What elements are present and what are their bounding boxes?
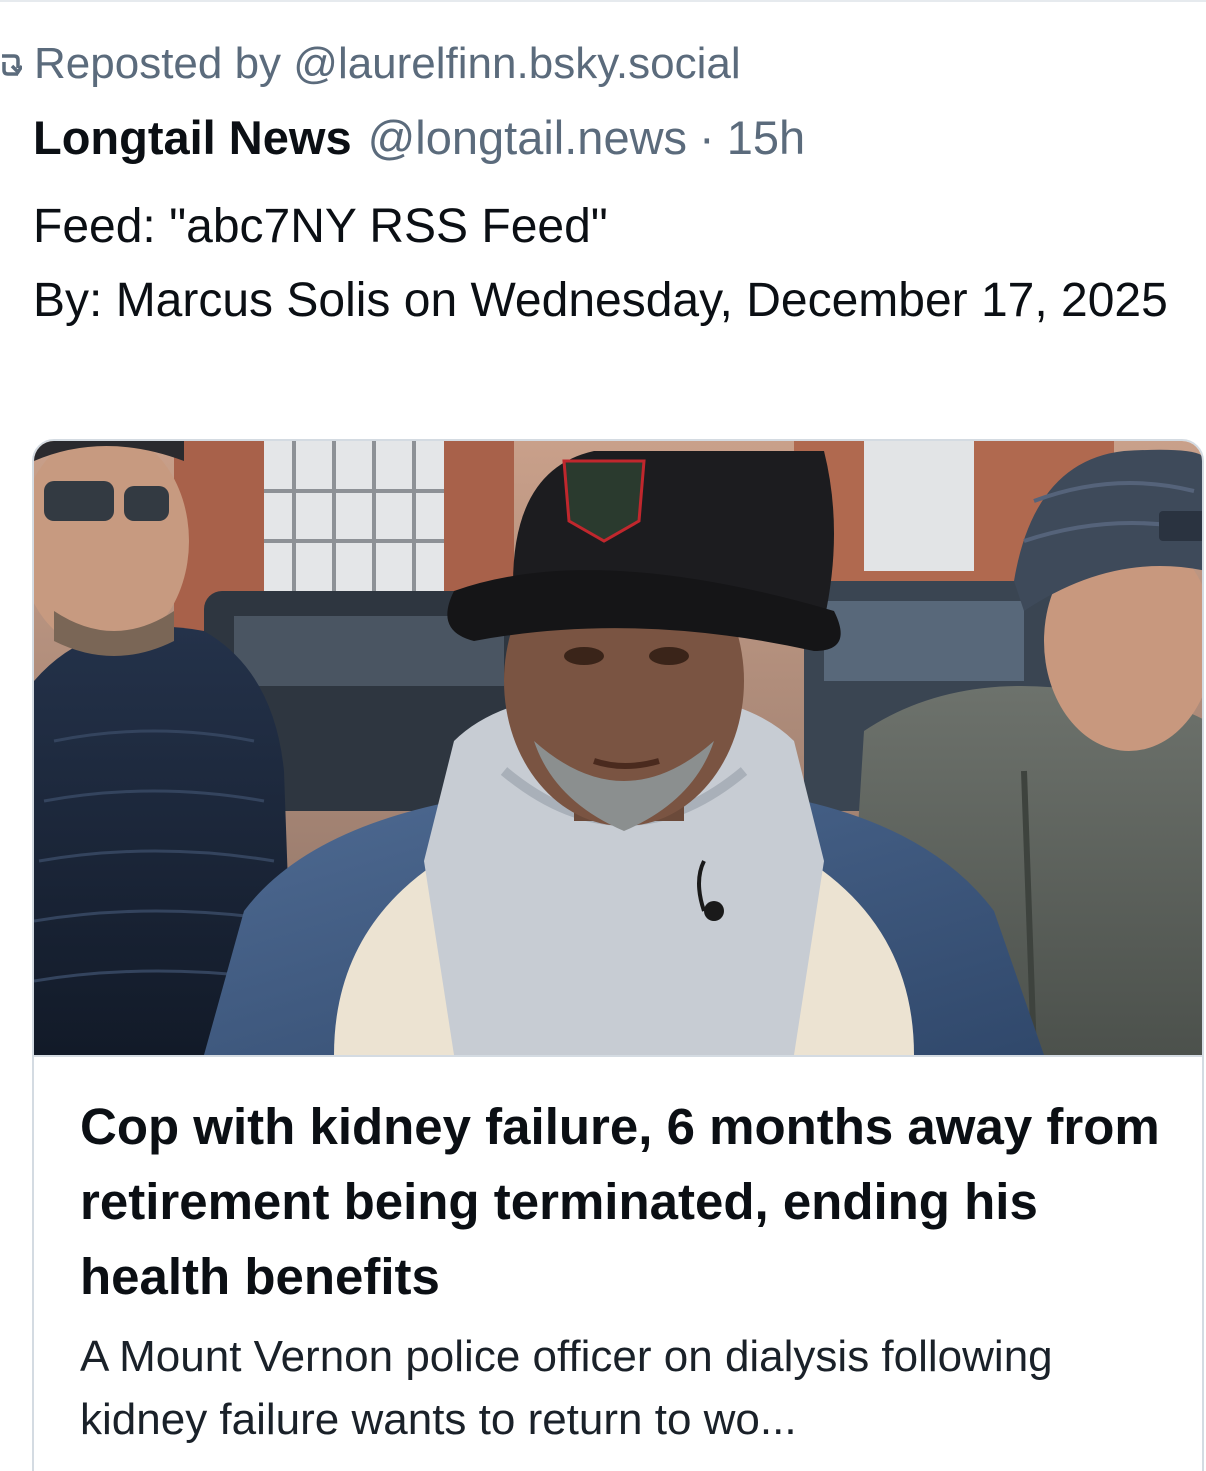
card-description: A Mount Vernon police officer on dialysi… bbox=[80, 1332, 1053, 1444]
repost-text: Reposted by @laurelfinn.bsky.social bbox=[34, 39, 741, 88]
news-photo[interactable] bbox=[34, 441, 1202, 1057]
author-handle[interactable]: @longtail.news bbox=[368, 110, 687, 165]
post-body: Feed: "abc7NY RSS Feed" By: Marcus Solis… bbox=[33, 190, 1183, 338]
feed-line: Feed: "abc7NY RSS Feed" bbox=[33, 200, 608, 253]
header-separator: · bbox=[699, 111, 715, 164]
post-timestamp[interactable]: 15h bbox=[727, 110, 805, 165]
byline: By: Marcus Solis on Wednesday, December … bbox=[33, 274, 1168, 327]
post-container[interactable]: Reposted by @laurelfinn.bsky.social Long… bbox=[0, 0, 1206, 1471]
repost-icon bbox=[0, 45, 24, 83]
author-name[interactable]: Longtail News bbox=[33, 110, 352, 165]
card-title[interactable]: Cop with kidney failure, 6 months away f… bbox=[80, 1089, 1170, 1314]
repost-indicator[interactable]: Reposted by @laurelfinn.bsky.social bbox=[0, 36, 741, 92]
post-header: Longtail News @longtail.news · 15h bbox=[33, 110, 805, 170]
link-preview-card[interactable]: Cop with kidney failure, 6 months away f… bbox=[32, 439, 1204, 1471]
